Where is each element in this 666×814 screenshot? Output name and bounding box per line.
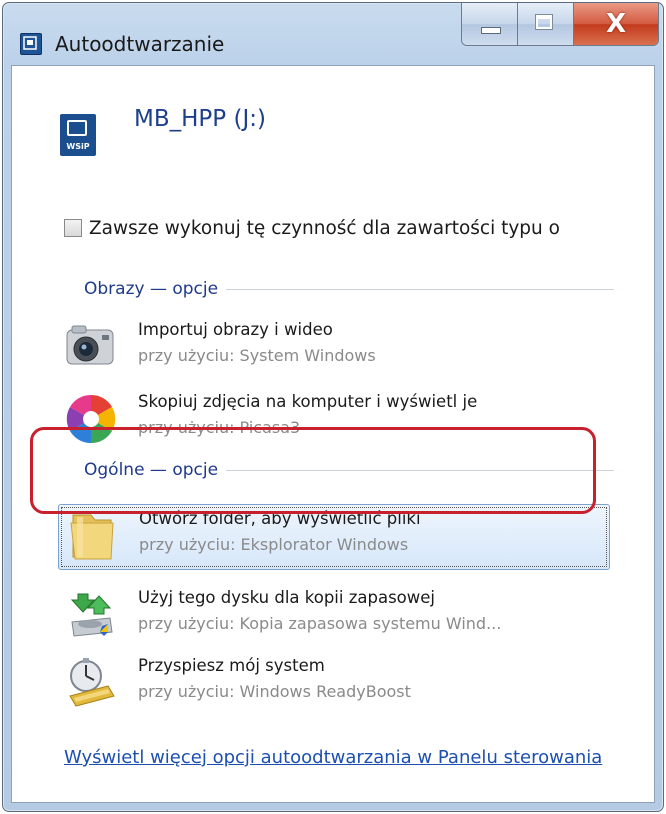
- wsip-drive-icon: WSiP: [60, 114, 96, 156]
- caption-buttons: X: [461, 3, 659, 46]
- option-title: Importuj obrazy i wideo: [138, 320, 333, 339]
- autoplay-app-icon: [20, 33, 42, 55]
- option-title: Otwórz folder, aby wyświetlić pliki: [139, 509, 421, 528]
- section-divider: [226, 469, 614, 471]
- option-open-folder[interactable]: Otwórz folder, aby wyświetlić pliki przy…: [58, 504, 610, 570]
- close-icon: X: [605, 9, 627, 39]
- option-use-for-backup[interactable]: Użyj tego dysku dla kopii zapasowej przy…: [58, 584, 610, 644]
- option-copy-photos-picasa[interactable]: Skopiuj zdjęcia na komputer i wyświetl j…: [58, 388, 610, 448]
- picasa-icon: [66, 394, 116, 444]
- option-title: Skopiuj zdjęcia na komputer i wyświetl j…: [138, 392, 478, 411]
- folder-icon: [70, 514, 114, 560]
- control-panel-link[interactable]: Wyświetl więcej opcji autoodtwarzania w …: [64, 742, 604, 773]
- section-heading-images-text: Obrazy — opcje: [84, 279, 219, 299]
- option-title: Użyj tego dysku dla kopii zapasowej: [138, 588, 435, 607]
- option-subtitle: przy użyciu: Kopia zapasowa systemu Wind…: [138, 614, 502, 633]
- maximize-icon: [535, 14, 553, 30]
- close-button[interactable]: X: [574, 3, 658, 45]
- option-title: Przyspiesz mój system: [138, 656, 325, 675]
- readyboost-icon: [69, 658, 115, 707]
- option-subtitle: przy użyciu: Eksplorator Windows: [139, 535, 409, 554]
- maximize-button[interactable]: [518, 3, 574, 45]
- option-import-pictures[interactable]: Importuj obrazy i wideo przy użyciu: Sys…: [58, 316, 610, 376]
- section-heading-general-text: Ogólne — opcje: [84, 460, 219, 480]
- section-divider: [226, 288, 614, 290]
- always-do-this-checkbox[interactable]: [64, 219, 82, 237]
- wsip-logo-icon: [67, 120, 87, 136]
- option-readyboost[interactable]: Przyspiesz mój system przy użyciu: Windo…: [58, 652, 610, 712]
- device-name: MB_HPP (J:): [134, 106, 266, 132]
- minimize-button[interactable]: [462, 3, 518, 45]
- window-title: Autoodtwarzanie: [55, 32, 225, 56]
- option-subtitle: przy użyciu: System Windows: [138, 346, 376, 365]
- option-subtitle: przy użyciu: Windows ReadyBoost: [138, 682, 411, 701]
- option-subtitle: przy użyciu: Picasa3: [138, 418, 301, 437]
- section-heading-general: Ogólne — opcje: [84, 458, 614, 482]
- backup-disk-icon: [70, 593, 113, 637]
- always-do-this-label: Zawsze wykonuj tę czynność dla zawartośc…: [89, 217, 560, 239]
- device-icon-tag: WSiP: [66, 142, 90, 151]
- minimize-icon: [481, 27, 501, 34]
- always-do-this-row[interactable]: Zawsze wykonuj tę czynność dla zawartośc…: [64, 214, 560, 242]
- title-bar[interactable]: Autoodtwarzanie X: [3, 3, 663, 65]
- autoplay-window: Autoodtwarzanie X WSiP MB_HPP (J:) Zawsz…: [2, 2, 664, 812]
- dialog-content: WSiP MB_HPP (J:) Zawsze wykonuj tę czynn…: [11, 65, 655, 803]
- section-heading-images: Obrazy — opcje: [84, 277, 614, 301]
- camera-icon: [66, 325, 114, 365]
